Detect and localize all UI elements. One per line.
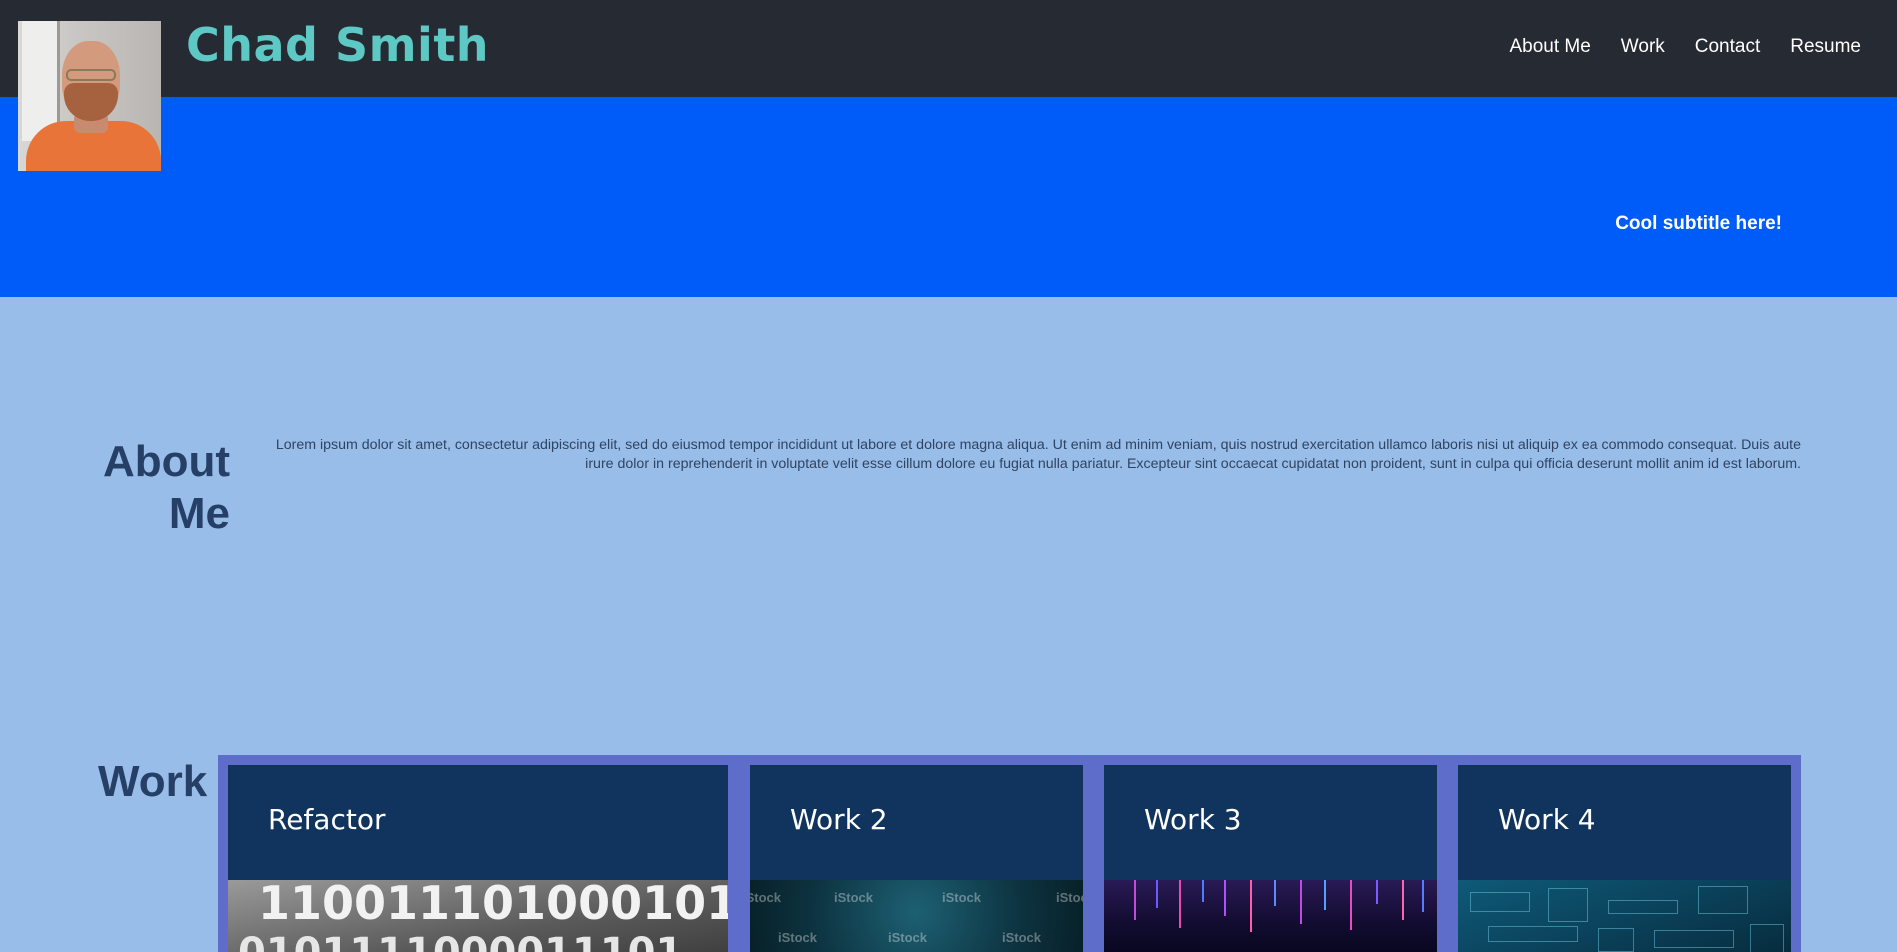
nav-link-contact[interactable]: Contact (1695, 36, 1760, 58)
circuit-trace (1548, 888, 1588, 922)
nav-link-about-me[interactable]: About Me (1509, 36, 1590, 58)
hero-banner: Cool subtitle here! (0, 97, 1897, 297)
work-card-image-neon (1104, 880, 1437, 952)
neon-light-streak (1274, 880, 1276, 906)
work-card-4[interactable]: Work 4 (1458, 765, 1791, 952)
neon-light-streak (1134, 880, 1136, 920)
work-heading: Work (98, 757, 208, 806)
circuit-trace (1608, 900, 1678, 914)
work-card-image-binary: 110011101000101111 0101111000011101 (228, 876, 728, 952)
watermark-text: iStock (778, 930, 818, 945)
work-card-title: Work 3 (1144, 803, 1242, 836)
main-nav: About Me Work Contact Resume (1509, 36, 1861, 58)
work-card-title: Work 4 (1498, 803, 1596, 836)
about-text: Lorem ipsum dolor sit amet, consectetur … (275, 437, 1801, 472)
binary-text-line: 110011101000101111 (258, 876, 728, 930)
watermark-text: iStock (834, 890, 874, 905)
work-card-2[interactable]: Work 2 iStock iStock iStock iStock iStoc… (750, 765, 1083, 952)
work-card-title: Work 2 (790, 803, 888, 836)
work-gallery: Refactor 110011101000101111 010111100001… (218, 755, 1801, 952)
neon-light-streak (1156, 880, 1158, 908)
about-heading: About Me (102, 437, 230, 538)
work-card-refactor[interactable]: Refactor 110011101000101111 010111100001… (228, 765, 728, 952)
circuit-trace (1470, 892, 1530, 912)
circuit-trace (1750, 924, 1784, 952)
neon-light-streak (1350, 880, 1352, 930)
neon-light-streak (1250, 880, 1252, 932)
binary-text-line: 0101111000011101 (238, 930, 683, 952)
circuit-trace (1488, 926, 1578, 942)
nav-link-resume[interactable]: Resume (1790, 36, 1861, 58)
neon-light-streak (1422, 880, 1424, 912)
work-card-image-circuit (1458, 880, 1791, 952)
circuit-trace (1698, 886, 1748, 914)
top-header: Chad Smith About Me Work Contact Resume (0, 0, 1897, 171)
watermark-text: iStock (942, 890, 982, 905)
watermark-text: iStock (888, 930, 928, 945)
site-title: Chad Smith (186, 18, 490, 72)
avatar-glasses (66, 69, 116, 81)
avatar (18, 21, 161, 171)
hero-subtitle: Cool subtitle here! (1615, 213, 1782, 234)
work-card-title: Refactor (268, 803, 386, 836)
neon-light-streak (1376, 880, 1378, 904)
nav-link-work[interactable]: Work (1621, 36, 1665, 58)
watermark-text: iStock (1002, 930, 1042, 945)
neon-light-streak (1324, 880, 1326, 910)
neon-light-streak (1179, 880, 1181, 928)
neon-light-streak (1300, 880, 1302, 924)
circuit-trace (1598, 928, 1634, 952)
circuit-trace (1654, 930, 1734, 948)
work-card-3[interactable]: Work 3 (1104, 765, 1437, 952)
neon-light-streak (1224, 880, 1226, 916)
neon-light-streak (1202, 880, 1204, 902)
neon-light-streak (1402, 880, 1404, 920)
work-card-image-digital: iStock iStock iStock iStock iStock iStoc… (750, 880, 1083, 952)
watermark-text: iStock (1056, 890, 1083, 905)
watermark-text: iStock (750, 890, 782, 905)
